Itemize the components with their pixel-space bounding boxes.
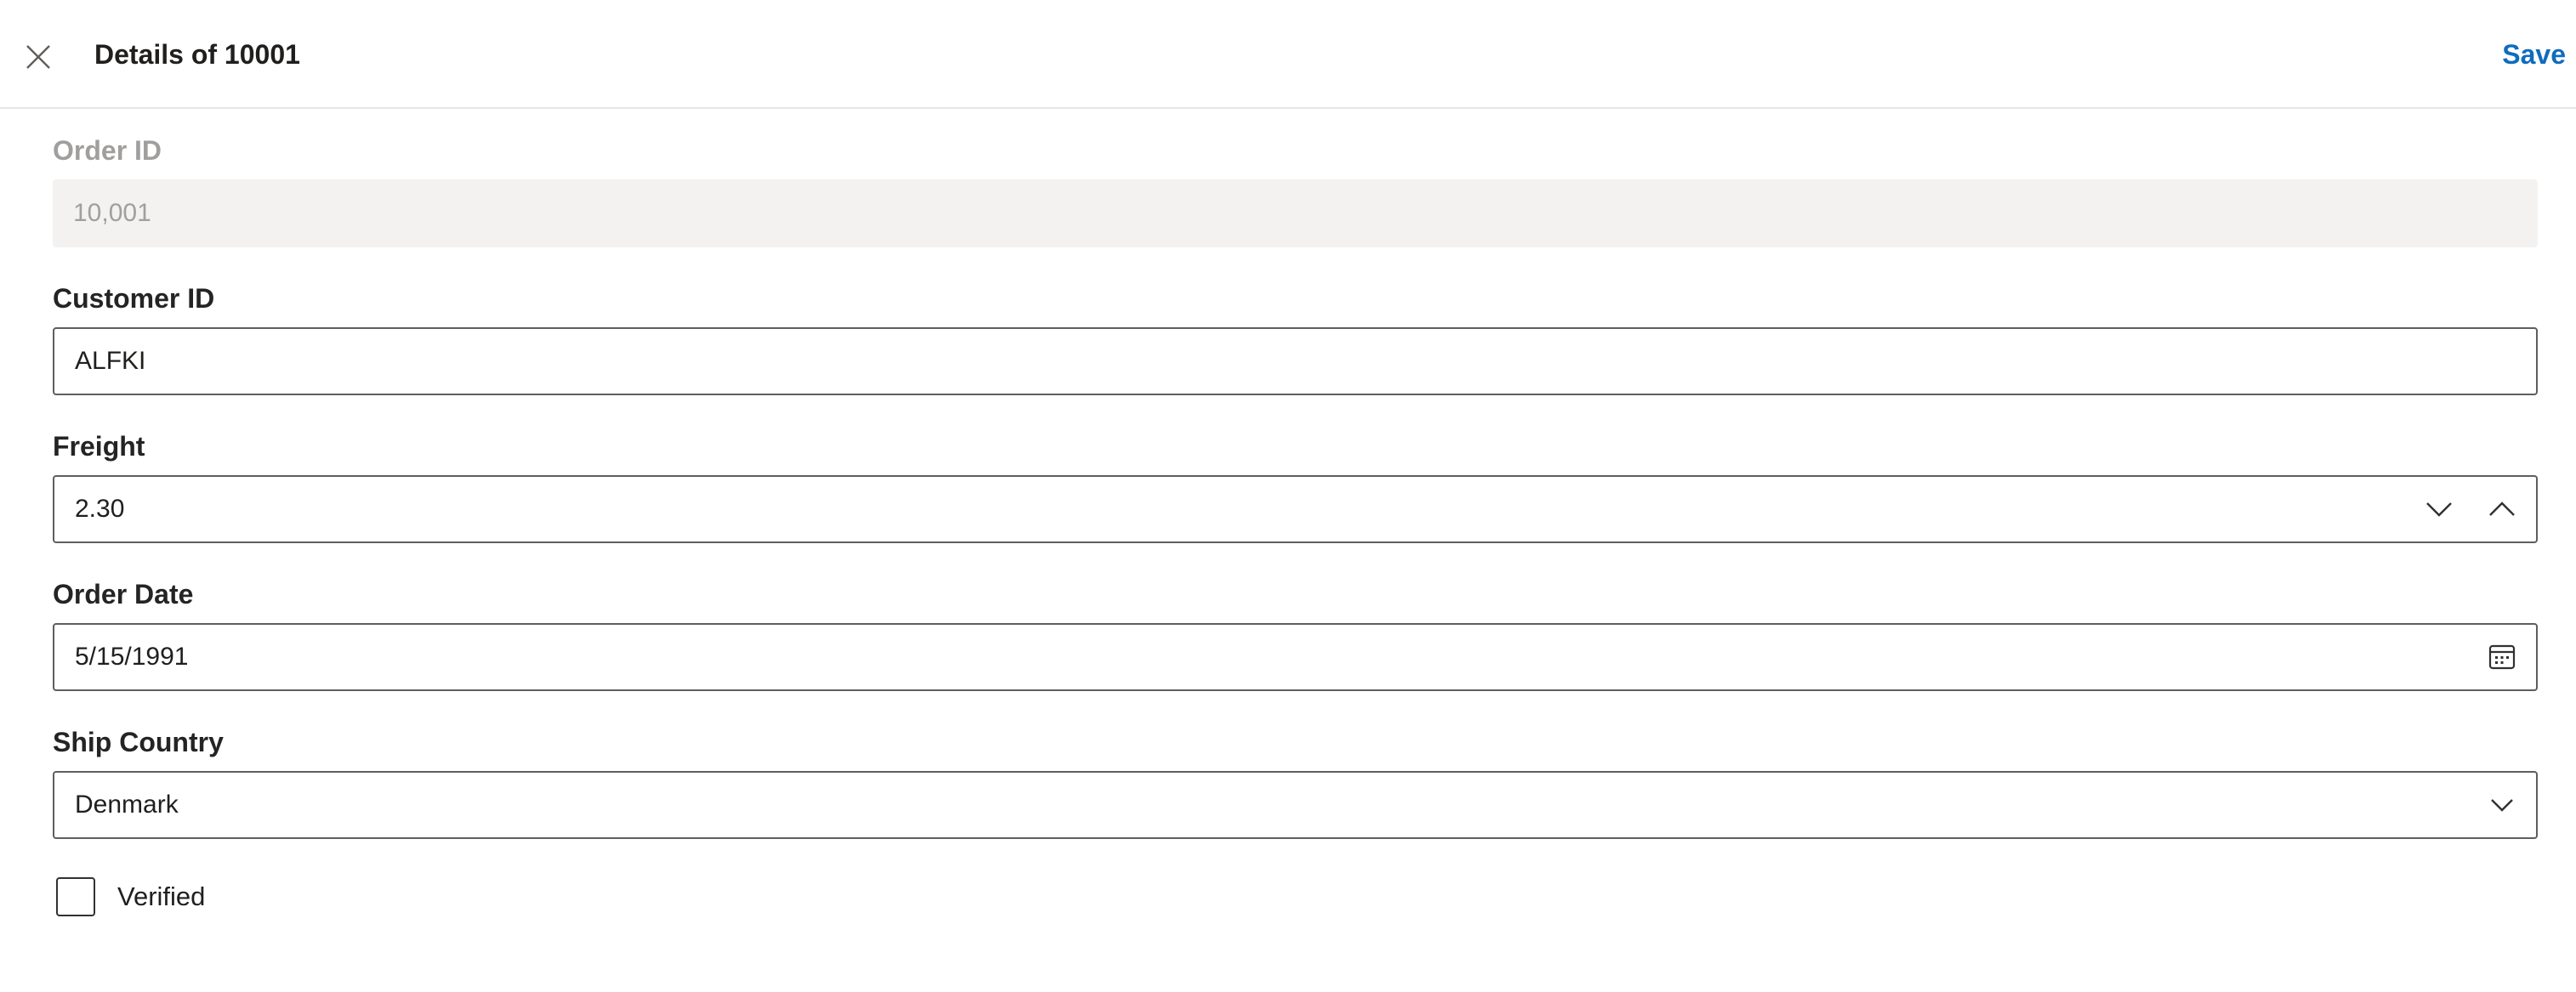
ship-country-dropdown[interactable]: Denmark [53, 771, 2538, 839]
freight-field: Freight 2.30 [53, 429, 2538, 543]
dropdown-toggle[interactable] [2482, 785, 2522, 825]
customer-id-value: ALFKI [75, 347, 146, 375]
open-calendar-button[interactable] [2482, 637, 2522, 677]
customer-id-label: Customer ID [53, 283, 215, 314]
order-date-label: Order Date [53, 579, 194, 609]
order-date-field: Order Date 5/15/1991 [53, 577, 2538, 691]
chevron-down-icon [2491, 799, 2513, 812]
order-date-input[interactable]: 5/15/1991 [53, 623, 2538, 691]
calendar-icon [2488, 644, 2516, 670]
save-button[interactable]: Save [2502, 34, 2566, 75]
close-icon [26, 45, 50, 69]
ship-country-value: Denmark [75, 791, 179, 819]
freight-input[interactable]: 2.30 [53, 475, 2538, 543]
verified-checkbox-row: Verified [56, 874, 205, 920]
ship-country-field: Ship Country Denmark [53, 725, 2538, 839]
dialog-title: Details of 10001 [94, 39, 300, 70]
order-id-label: Order ID [53, 135, 162, 166]
order-id-field: Order ID 10,001 [53, 133, 2538, 247]
ship-country-label: Ship Country [53, 727, 224, 757]
verified-checkbox[interactable] [56, 877, 95, 916]
order-id-value: 10,001 [73, 199, 151, 227]
order-id-input: 10,001 [53, 179, 2538, 247]
close-button[interactable] [19, 37, 58, 77]
details-dialog: Details of 10001 Save Order ID 10,001 Cu… [0, 0, 2576, 992]
customer-id-input[interactable]: ALFKI [53, 327, 2538, 395]
dialog-header: Details of 10001 Save [0, 0, 2576, 109]
chevron-up-icon [2489, 502, 2515, 516]
increment-button[interactable] [2482, 489, 2522, 530]
decrement-button[interactable] [2419, 489, 2459, 530]
customer-id-field: Customer ID ALFKI [53, 281, 2538, 395]
freight-value: 2.30 [75, 495, 125, 523]
freight-label: Freight [53, 431, 145, 462]
order-date-value: 5/15/1991 [75, 643, 189, 671]
verified-label[interactable]: Verified [117, 877, 205, 916]
chevron-down-icon [2426, 502, 2452, 517]
